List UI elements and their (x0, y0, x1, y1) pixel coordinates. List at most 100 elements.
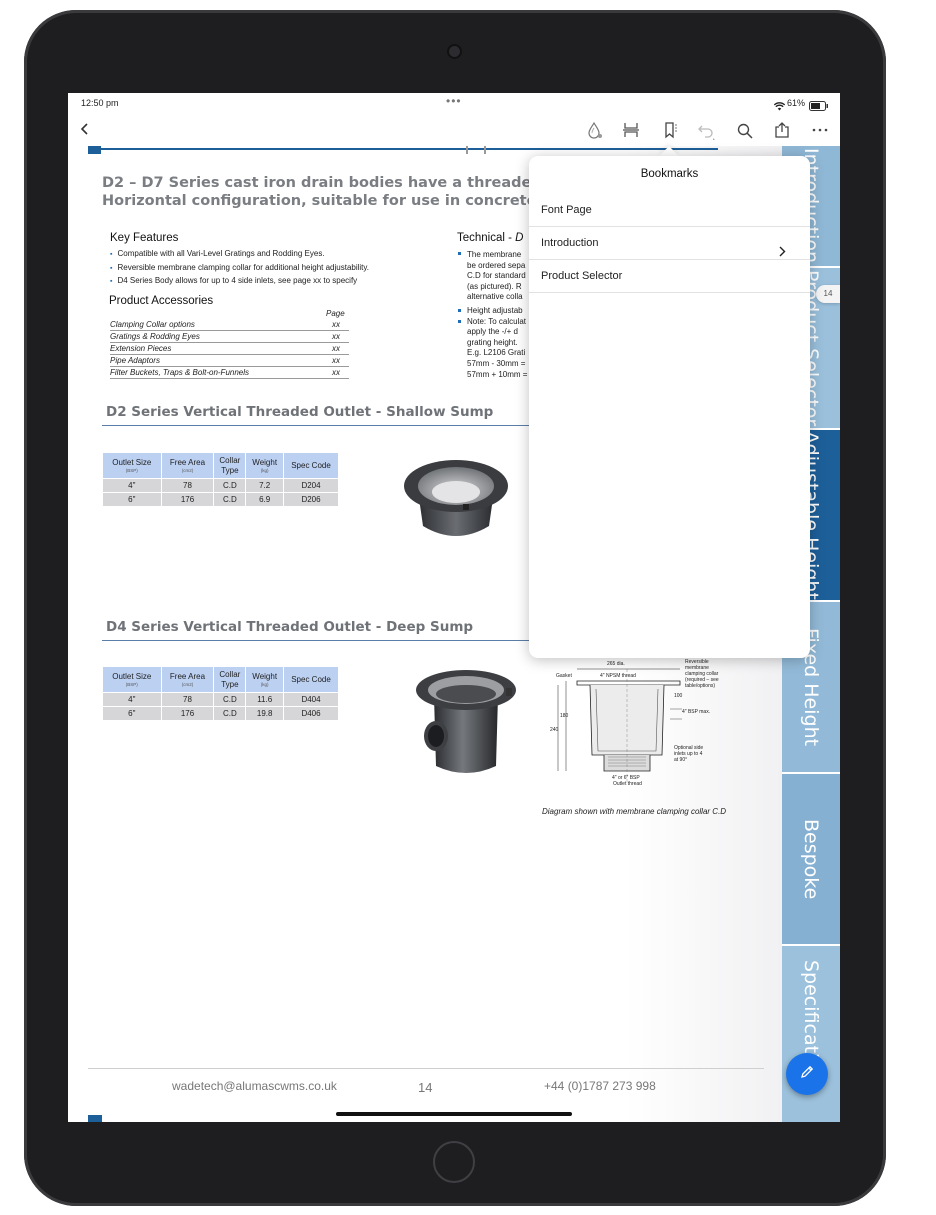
table-cell: 6" (102, 492, 162, 507)
col-header: Outlet Size (BSP) (102, 452, 162, 479)
table-cell: 78 (160, 478, 215, 493)
table-cell: 7.2 (245, 478, 284, 493)
col-header-label: Type (221, 465, 239, 475)
table-cell: 176 (160, 492, 215, 507)
bullet-mark (458, 309, 461, 312)
table-cell: C.D (213, 692, 247, 707)
table-cell: D406 (283, 706, 339, 721)
technical-line: 57mm - 30mm = (467, 358, 526, 368)
home-button[interactable] (433, 1141, 475, 1183)
technical-line: C.D for standard (467, 271, 526, 281)
col-header: Free Area (cm2) (160, 666, 215, 693)
bookmark-item-product-selector[interactable]: Product Selector (529, 260, 810, 293)
col-header-label: Collar (219, 669, 241, 679)
col-header-label: Spec Code (291, 460, 331, 470)
d4-title-rule (102, 640, 532, 641)
wifi-icon (773, 98, 786, 116)
technical-heading-italic: D (515, 232, 524, 244)
col-header: Weight (kg) (245, 666, 284, 693)
accessory-page: xx (332, 368, 340, 377)
accessory-name: Filter Buckets, Traps & Bolt-on-Funnels (110, 368, 250, 377)
technical-line: (as pictured). R (467, 281, 522, 291)
diagram-label: 100 (674, 693, 683, 699)
edit-pencil-icon (799, 1064, 815, 1085)
header-tick (484, 146, 486, 154)
accessories-page-label: Page (326, 309, 345, 318)
table-cell: 19.8 (245, 706, 284, 721)
table-cell: 176 (160, 706, 215, 721)
battery-percent: 61% (787, 98, 806, 108)
page-number-badge[interactable]: 14 (816, 285, 840, 303)
share-icon[interactable] (773, 121, 791, 139)
col-header: Spec Code (283, 452, 339, 479)
accessory-row[interactable]: Extension Pieces xx (110, 343, 349, 355)
bullet-mark (458, 252, 461, 255)
technical-line: Height adjustab (467, 305, 523, 315)
diagram-label: Outlet thread (613, 781, 642, 787)
bookmarks-panel: Bookmarks Font Page Introduction Product… (529, 156, 810, 658)
screen: 12:50 pm ••• 61% D2 – D7 Series cast iro… (68, 93, 840, 1122)
key-feature-item: Compatible with all Vari-Level Gratings … (110, 249, 324, 258)
col-header: Collar Type (213, 452, 247, 479)
technical-heading-text: Technical - (457, 232, 516, 244)
status-time: 12:50 pm (81, 98, 119, 108)
diagram-label: table/options) (685, 683, 715, 689)
more-icon[interactable] (812, 128, 828, 132)
table-cell: C.D (213, 478, 247, 493)
bookmark-icon[interactable] (662, 121, 680, 139)
doc-headline-2: Horizontal configuration, suitable for u… (102, 193, 596, 209)
col-header: Spec Code (283, 666, 339, 693)
table-cell: 4" (102, 478, 162, 493)
bookmark-item-font-page[interactable]: Font Page (529, 194, 810, 227)
edit-fab-button[interactable] (786, 1053, 828, 1095)
diagram-caption: Diagram shown with membrane clamping col… (542, 807, 727, 816)
header-mark (88, 146, 101, 154)
multitasking-dots[interactable]: ••• (446, 94, 462, 108)
technical-line: Note: To calculat (467, 316, 526, 326)
col-header-label: Weight (252, 458, 278, 467)
footer-phone[interactable]: +44 (0)1787 273 998 (544, 1079, 656, 1093)
undo-icon[interactable] (697, 121, 717, 141)
front-camera (449, 46, 460, 57)
col-header-unit: (BSP) (125, 468, 138, 473)
side-tab-specification[interactable]: Specification (782, 946, 840, 1122)
side-tab-label: Bespoke (800, 818, 822, 900)
table-row: 6" 176 C.D 6.9 D206 (102, 492, 339, 507)
bullet-mark (458, 320, 461, 323)
d4-product-image (408, 668, 518, 783)
bookmark-label: Font Page (541, 204, 592, 216)
accessory-name: Gratings & Rodding Eyes (110, 332, 200, 341)
table-cell: D404 (283, 692, 339, 707)
diagram-label: 4" BSP max. (682, 709, 710, 715)
col-header: Collar Type (213, 666, 247, 693)
home-indicator[interactable] (336, 1112, 572, 1116)
d4-spec-table: Outlet Size (BSP) Free Area (cm2) Collar Ty… (102, 666, 339, 721)
diagram-label: 265 dia. (607, 661, 625, 667)
col-header-label: Outlet Size (112, 672, 152, 681)
technical-line: 57mm + 10mm = (467, 369, 528, 379)
bookmark-item-introduction[interactable]: Introduction (529, 227, 810, 260)
d2-product-image (401, 456, 511, 547)
back-chevron-icon[interactable] (80, 122, 90, 136)
accessory-name: Pipe Adaptors (110, 356, 160, 365)
table-cell: 6" (102, 706, 162, 721)
technical-heading: Technical - D (457, 232, 523, 244)
battery-icon (809, 98, 829, 116)
d2-title-rule (102, 425, 532, 426)
footer-mark (88, 1115, 102, 1122)
technical-line: apply the -/+ d (467, 327, 518, 337)
side-tab-bespoke[interactable]: Bespoke (782, 774, 840, 944)
footer-email[interactable]: wadetech@alumascwms.co.uk (172, 1079, 337, 1093)
accessory-row[interactable]: Clamping Collar options xx (110, 319, 349, 331)
search-icon[interactable] (736, 122, 754, 140)
accessory-page: xx (332, 344, 340, 353)
accessory-row[interactable]: Pipe Adaptors xx (110, 355, 349, 367)
col-header-label: Outlet Size (112, 458, 152, 467)
accessory-row[interactable]: Filter Buckets, Traps & Bolt-on-Funnels x… (110, 367, 349, 379)
table-row: 4" 78 C.D 7.2 D204 (102, 478, 339, 493)
col-header-label: Weight (252, 672, 278, 681)
technical-line: E.g. L2106 Grati (467, 348, 526, 358)
page-view-icon[interactable] (622, 121, 640, 139)
accessory-row[interactable]: Gratings & Rodding Eyes xx (110, 331, 349, 343)
liquid-mode-icon[interactable] (586, 121, 604, 139)
